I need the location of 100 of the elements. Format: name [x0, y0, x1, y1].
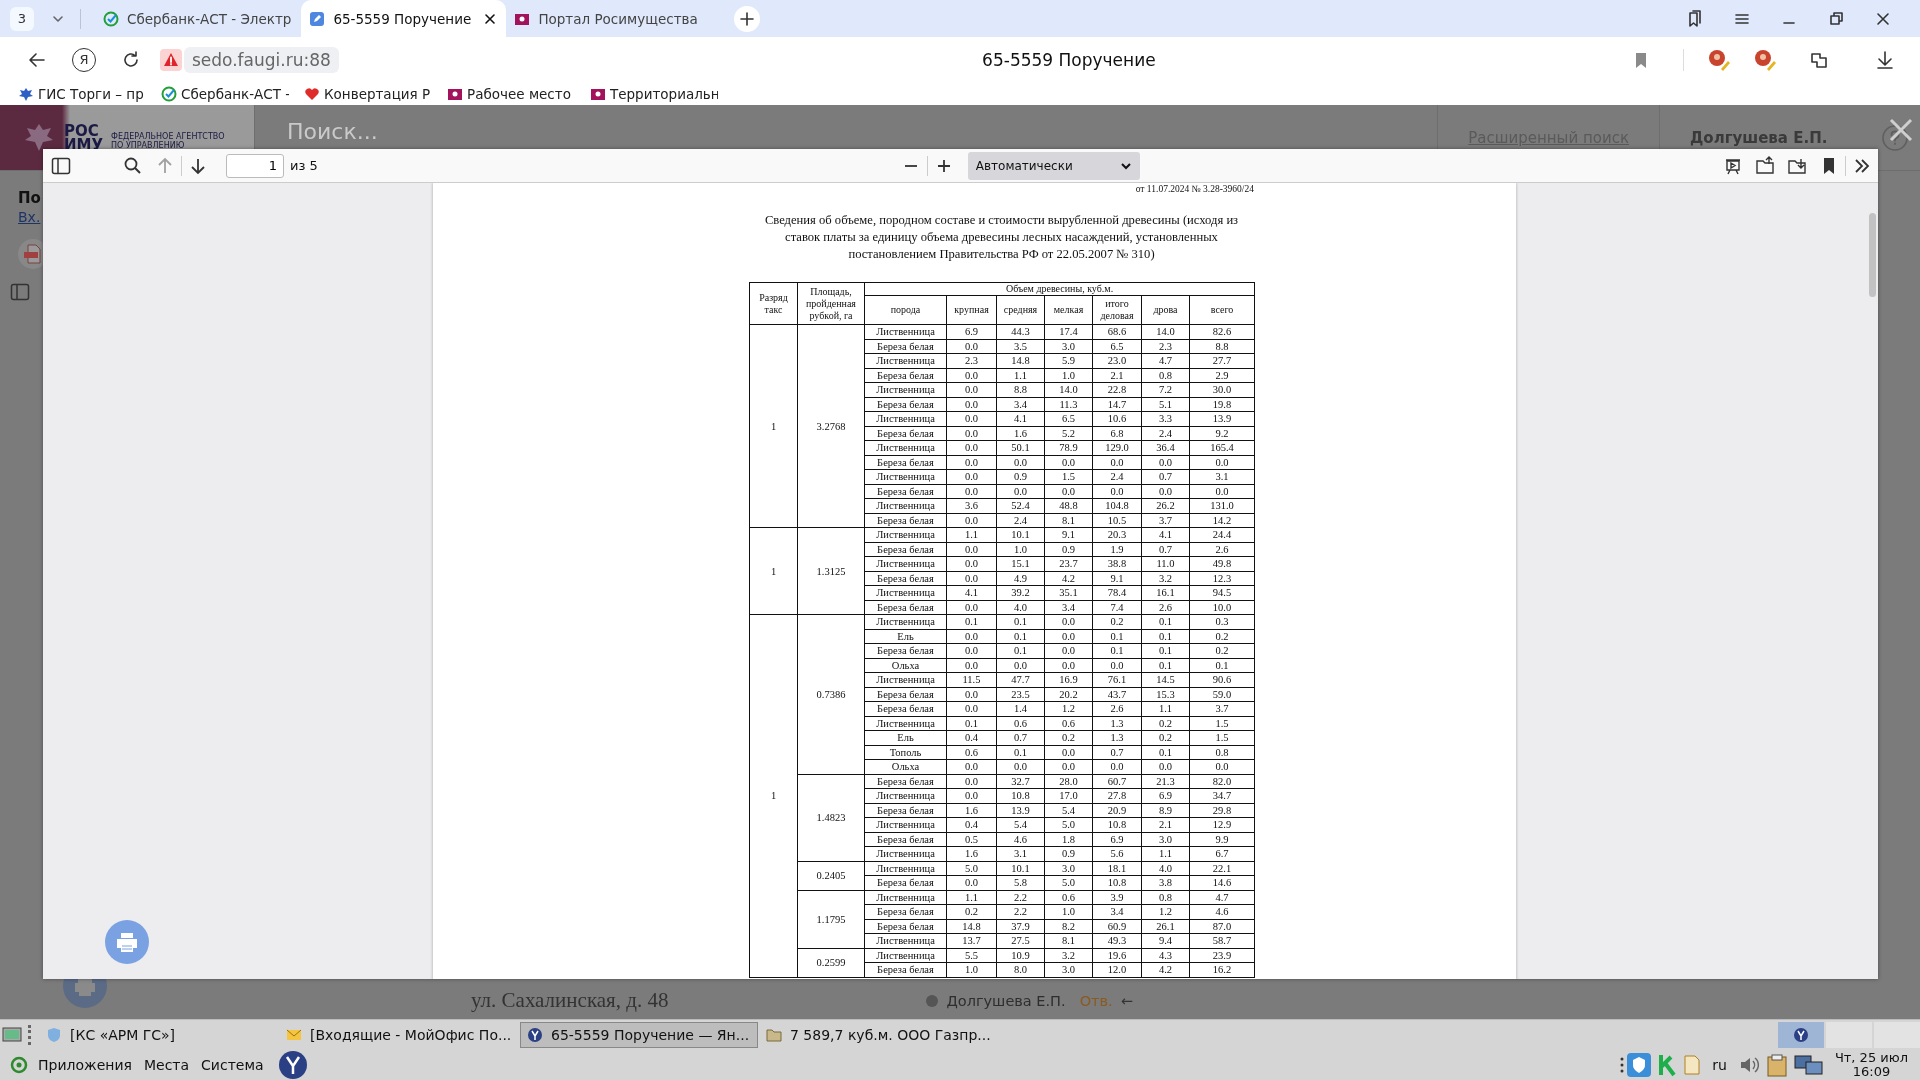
table-cell: 0.0 [1141, 484, 1190, 499]
menu-item[interactable]: Система [199, 1057, 266, 1073]
zoom-select[interactable]: Автоматически [967, 151, 1140, 180]
taskbar-window-button[interactable]: [Входящие - МойОфис По... [280, 1022, 518, 1048]
table-cell: 23.0 [1092, 353, 1142, 368]
bookmark-link[interactable]: Территориальн [590, 85, 718, 102]
table-cell: 2.1 [1141, 817, 1190, 832]
menu-item[interactable]: Приложения [36, 1057, 134, 1073]
table-cell: Лиственница [864, 585, 947, 600]
table-cell: 0.0 [946, 571, 997, 586]
menu-item[interactable]: Места [141, 1057, 192, 1073]
table-cell: 14.5 [1141, 672, 1190, 687]
bookmark-link[interactable]: Рабочее место [447, 85, 575, 102]
table-cell: 0.6 [1044, 890, 1093, 905]
help-icon[interactable] [1880, 123, 1910, 153]
table-cell: 0.0 [1044, 614, 1093, 629]
table-cell: 0.9 [996, 469, 1045, 484]
browser-tab[interactable]: Сбербанк-АСТ - Электр [95, 0, 302, 37]
table-cell: Лиственница [864, 527, 947, 542]
table-cell: Лиственница [864, 817, 947, 832]
table-cell: 2.3 [946, 353, 997, 368]
table-cell: 5.8 [996, 875, 1045, 890]
table-cell: 27.7 [1189, 353, 1255, 368]
table-cell: 27.5 [996, 933, 1045, 948]
scrollbar[interactable] [1866, 183, 1878, 979]
bookmark-link[interactable]: ГИС Торги – пр [18, 85, 146, 102]
table-cell: 3.1 [1189, 469, 1255, 484]
table-cell: 22.1 [1189, 861, 1255, 876]
table-cell: 87.0 [1189, 919, 1255, 934]
table-cell: 78.9 [1044, 440, 1093, 455]
table-cell: 6.9 [946, 324, 997, 339]
table-cell: Береза белая [864, 397, 947, 412]
table-cell: 0.0 [946, 658, 997, 673]
table-cell: 29.8 [1189, 803, 1255, 818]
browser-tab[interactable]: 65-5559 Поручение [301, 0, 507, 37]
search-icon[interactable] [123, 155, 143, 176]
table-cell: 10.1 [996, 861, 1045, 876]
table-cell: 9.1 [1044, 527, 1093, 542]
table-cell: 0.0 [946, 484, 997, 499]
table-cell: Береза белая [864, 832, 947, 847]
workspace-switcher[interactable] [1778, 1022, 1824, 1048]
address-field[interactable]: sedo.faugi.ru:88 [184, 46, 339, 73]
table-cell: 8.8 [996, 382, 1045, 397]
table-cell: 2.6 [1092, 701, 1142, 716]
table-cell: 18.1 [1092, 861, 1142, 876]
sidebar-icon[interactable] [51, 156, 71, 175]
download-icon[interactable] [1874, 48, 1896, 71]
table-cell: Лиственница [864, 556, 947, 571]
table-cell: 21.3 [1141, 774, 1190, 789]
table-cell: Береза белая [864, 600, 947, 615]
network-icon[interactable] [1793, 1053, 1824, 1077]
table-cell: 0.2 [946, 904, 997, 919]
taskbar-window-button[interactable]: 65-5559 Поручение — Ян... [520, 1022, 758, 1048]
browser-tab[interactable]: Портал Росимущества [506, 0, 712, 37]
desktop-icon[interactable] [2, 1026, 22, 1044]
tab-counter-button[interactable]: 3 [10, 6, 34, 31]
table-cell: 0.0 [996, 658, 1045, 673]
shield-icon[interactable] [1627, 1053, 1652, 1077]
table-cell: 4.3 [1141, 948, 1190, 963]
bookmark-link[interactable]: Сбербанк-АСТ - [161, 85, 289, 102]
table-cell: Береза белая [864, 484, 947, 499]
table-cell: Ель [864, 730, 947, 745]
table-cell: 19.6 [1092, 948, 1142, 963]
table-cell: 0.9 [1044, 846, 1093, 861]
warning-icon[interactable] [160, 48, 182, 71]
table-cell: 1 [749, 527, 798, 615]
table-cell: 0.7 [1141, 469, 1190, 484]
table-cell: 0.0 [946, 556, 997, 571]
circle-logo-icon [1793, 1027, 1809, 1043]
plus-icon[interactable] [733, 4, 762, 33]
close-icon[interactable] [484, 12, 497, 25]
table-cell: 16.2 [1189, 962, 1255, 977]
home-button[interactable]: Я [72, 47, 96, 72]
taskbar-window-button[interactable]: 7 589,7 куб.м. ООО Газпр... [760, 1022, 998, 1048]
print-button[interactable] [105, 920, 149, 964]
table-cell: 23.9 [1189, 948, 1255, 963]
table-cell: 0.1 [1141, 629, 1190, 644]
taskbar-window-button[interactable]: [КС «АРМ ГС»] [40, 1022, 278, 1048]
table-cell: 4.1 [1141, 527, 1190, 542]
table-cell: 3.2 [1141, 571, 1190, 586]
clipboard-icon[interactable] [1765, 1053, 1788, 1077]
table-cell: 0.4 [946, 817, 997, 832]
bookmark-link[interactable]: Конвертация Р [304, 85, 432, 102]
table-cell: 3.7 [1141, 513, 1190, 528]
logo-text: РОС [64, 123, 99, 138]
table-cell: 0.0 [946, 339, 997, 354]
table-cell: 3.4 [1092, 904, 1142, 919]
table-cell: Ольха [864, 759, 947, 774]
table-cell: 0.0 [1141, 455, 1190, 470]
keyboard-layout[interactable]: ru [1712, 1057, 1727, 1073]
page-number-field[interactable]: 1 [226, 153, 284, 178]
folder-upload-icon[interactable] [1755, 155, 1775, 176]
table-cell: 8.1 [1044, 933, 1093, 948]
table-cell: 0.9 [1044, 542, 1093, 557]
table-cell: Береза белая [864, 571, 947, 586]
table-cell: 14.8 [946, 919, 997, 934]
page-count: из 5 [290, 158, 318, 173]
table-cell: 0.0 [946, 701, 997, 716]
table-cell: 0.3 [1189, 614, 1255, 629]
circle-logo-icon[interactable] [277, 1050, 308, 1080]
